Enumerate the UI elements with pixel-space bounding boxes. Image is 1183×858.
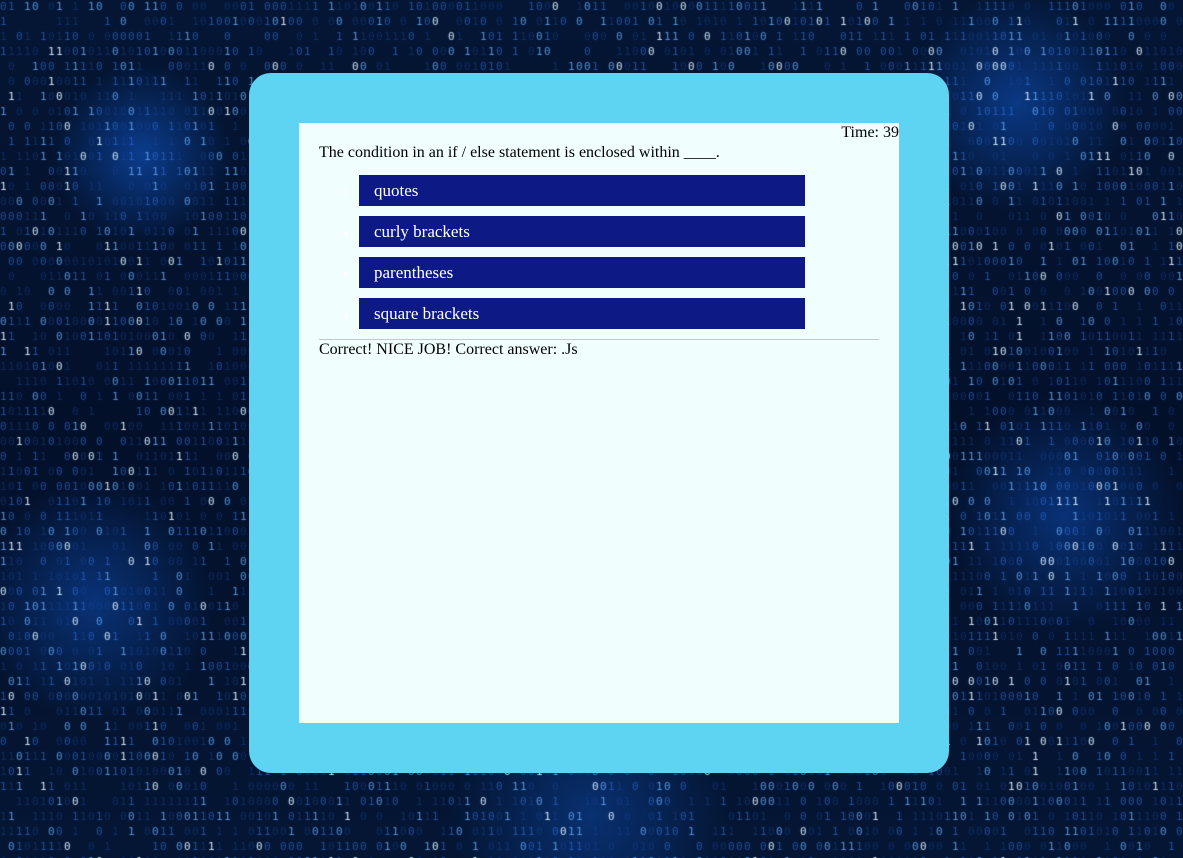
choice-item: quotes [359, 175, 879, 206]
choice-item: curly brackets [359, 216, 879, 247]
quiz-card: Time: 39 The condition in an if / else s… [299, 123, 899, 723]
choice-button-parentheses[interactable]: parentheses [359, 257, 805, 288]
answer-feedback: Correct! NICE JOB! Correct answer: .Js [319, 341, 578, 358]
choice-button-curly-brackets[interactable]: curly brackets [359, 216, 805, 247]
choice-button-quotes[interactable]: quotes [359, 175, 805, 206]
choice-list: quotes curly brackets parentheses square… [319, 175, 879, 329]
timer: Time: 39 [841, 124, 899, 141]
quiz-frame: Time: 39 The condition in an if / else s… [249, 73, 949, 773]
choice-item: parentheses [359, 257, 879, 288]
choice-item: square brackets [359, 298, 879, 329]
choice-button-square-brackets[interactable]: square brackets [359, 298, 805, 329]
question-text: The condition in an if / else statement … [319, 144, 720, 161]
feedback-divider [319, 339, 879, 340]
